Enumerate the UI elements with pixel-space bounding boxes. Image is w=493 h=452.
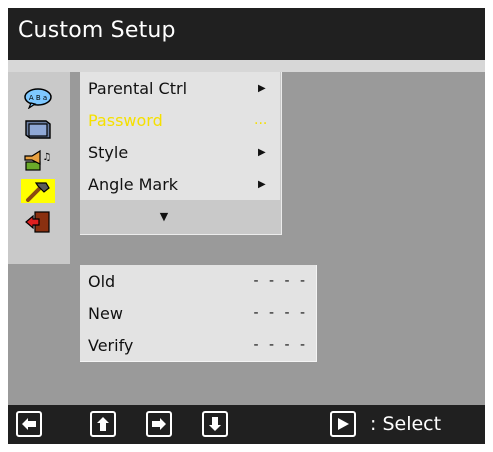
menu-item-angle-mark[interactable]: Angle Mark ▶ (88, 168, 272, 200)
navigation-bar: : Select (8, 405, 485, 444)
tv-display-icon[interactable] (21, 117, 55, 141)
play-icon[interactable] (330, 411, 356, 437)
left-arrow-icon[interactable] (16, 411, 42, 437)
scroll-down-icon[interactable]: ▼ (152, 206, 176, 226)
up-arrow-icon[interactable] (90, 411, 116, 437)
field-value: - - - - (253, 273, 308, 289)
page-title: Custom Setup (18, 18, 176, 43)
submenu-items: Parental Ctrl ▶ Password ... Style ▶ Ang… (80, 72, 280, 200)
svg-text:♫: ♫ (43, 152, 52, 163)
svg-text:A B a: A B a (29, 94, 47, 102)
field-value: - - - - (253, 337, 308, 353)
hammer-preference-icon[interactable] (21, 179, 55, 203)
password-panel: Old - - - - New - - - - Verify - - - - (80, 265, 317, 362)
custom-setup-screen: Custom Setup A B a ♫ Parental Ctrl ▶ Pas… (0, 0, 493, 452)
field-value: - - - - (253, 305, 308, 321)
chevron-right-icon: ▶ (258, 146, 266, 158)
menu-item-label: Password (88, 110, 163, 130)
category-icon-column: A B a ♫ (8, 72, 70, 264)
audio-speaker-icon[interactable]: ♫ (21, 148, 55, 172)
menu-item-label: Style (88, 142, 129, 162)
field-label: New (88, 303, 123, 323)
preference-submenu: Parental Ctrl ▶ Password ... Style ▶ Ang… (80, 72, 282, 235)
ellipsis-indicator: ... (254, 112, 268, 128)
language-icon[interactable]: A B a (21, 86, 55, 110)
select-hint-label: : Select (370, 413, 442, 435)
menu-item-label: Angle Mark (88, 174, 179, 194)
menu-item-style[interactable]: Style ▶ (88, 136, 272, 168)
menu-item-parental-ctrl[interactable]: Parental Ctrl ▶ (88, 72, 272, 104)
right-arrow-icon[interactable] (146, 411, 172, 437)
title-bar: Custom Setup (8, 8, 485, 60)
field-label: Old (88, 271, 116, 291)
password-verify-field[interactable]: Verify - - - - (88, 330, 308, 360)
exit-door-icon[interactable] (21, 210, 55, 234)
password-new-field[interactable]: New - - - - (88, 298, 308, 328)
down-arrow-icon[interactable] (202, 411, 228, 437)
menu-item-password[interactable]: Password ... (88, 104, 272, 136)
menu-item-label: Parental Ctrl (88, 78, 188, 98)
chevron-right-icon: ▶ (258, 178, 266, 190)
password-old-field[interactable]: Old - - - - (88, 266, 308, 296)
field-label: Verify (88, 335, 134, 355)
chevron-right-icon: ▶ (258, 82, 266, 94)
